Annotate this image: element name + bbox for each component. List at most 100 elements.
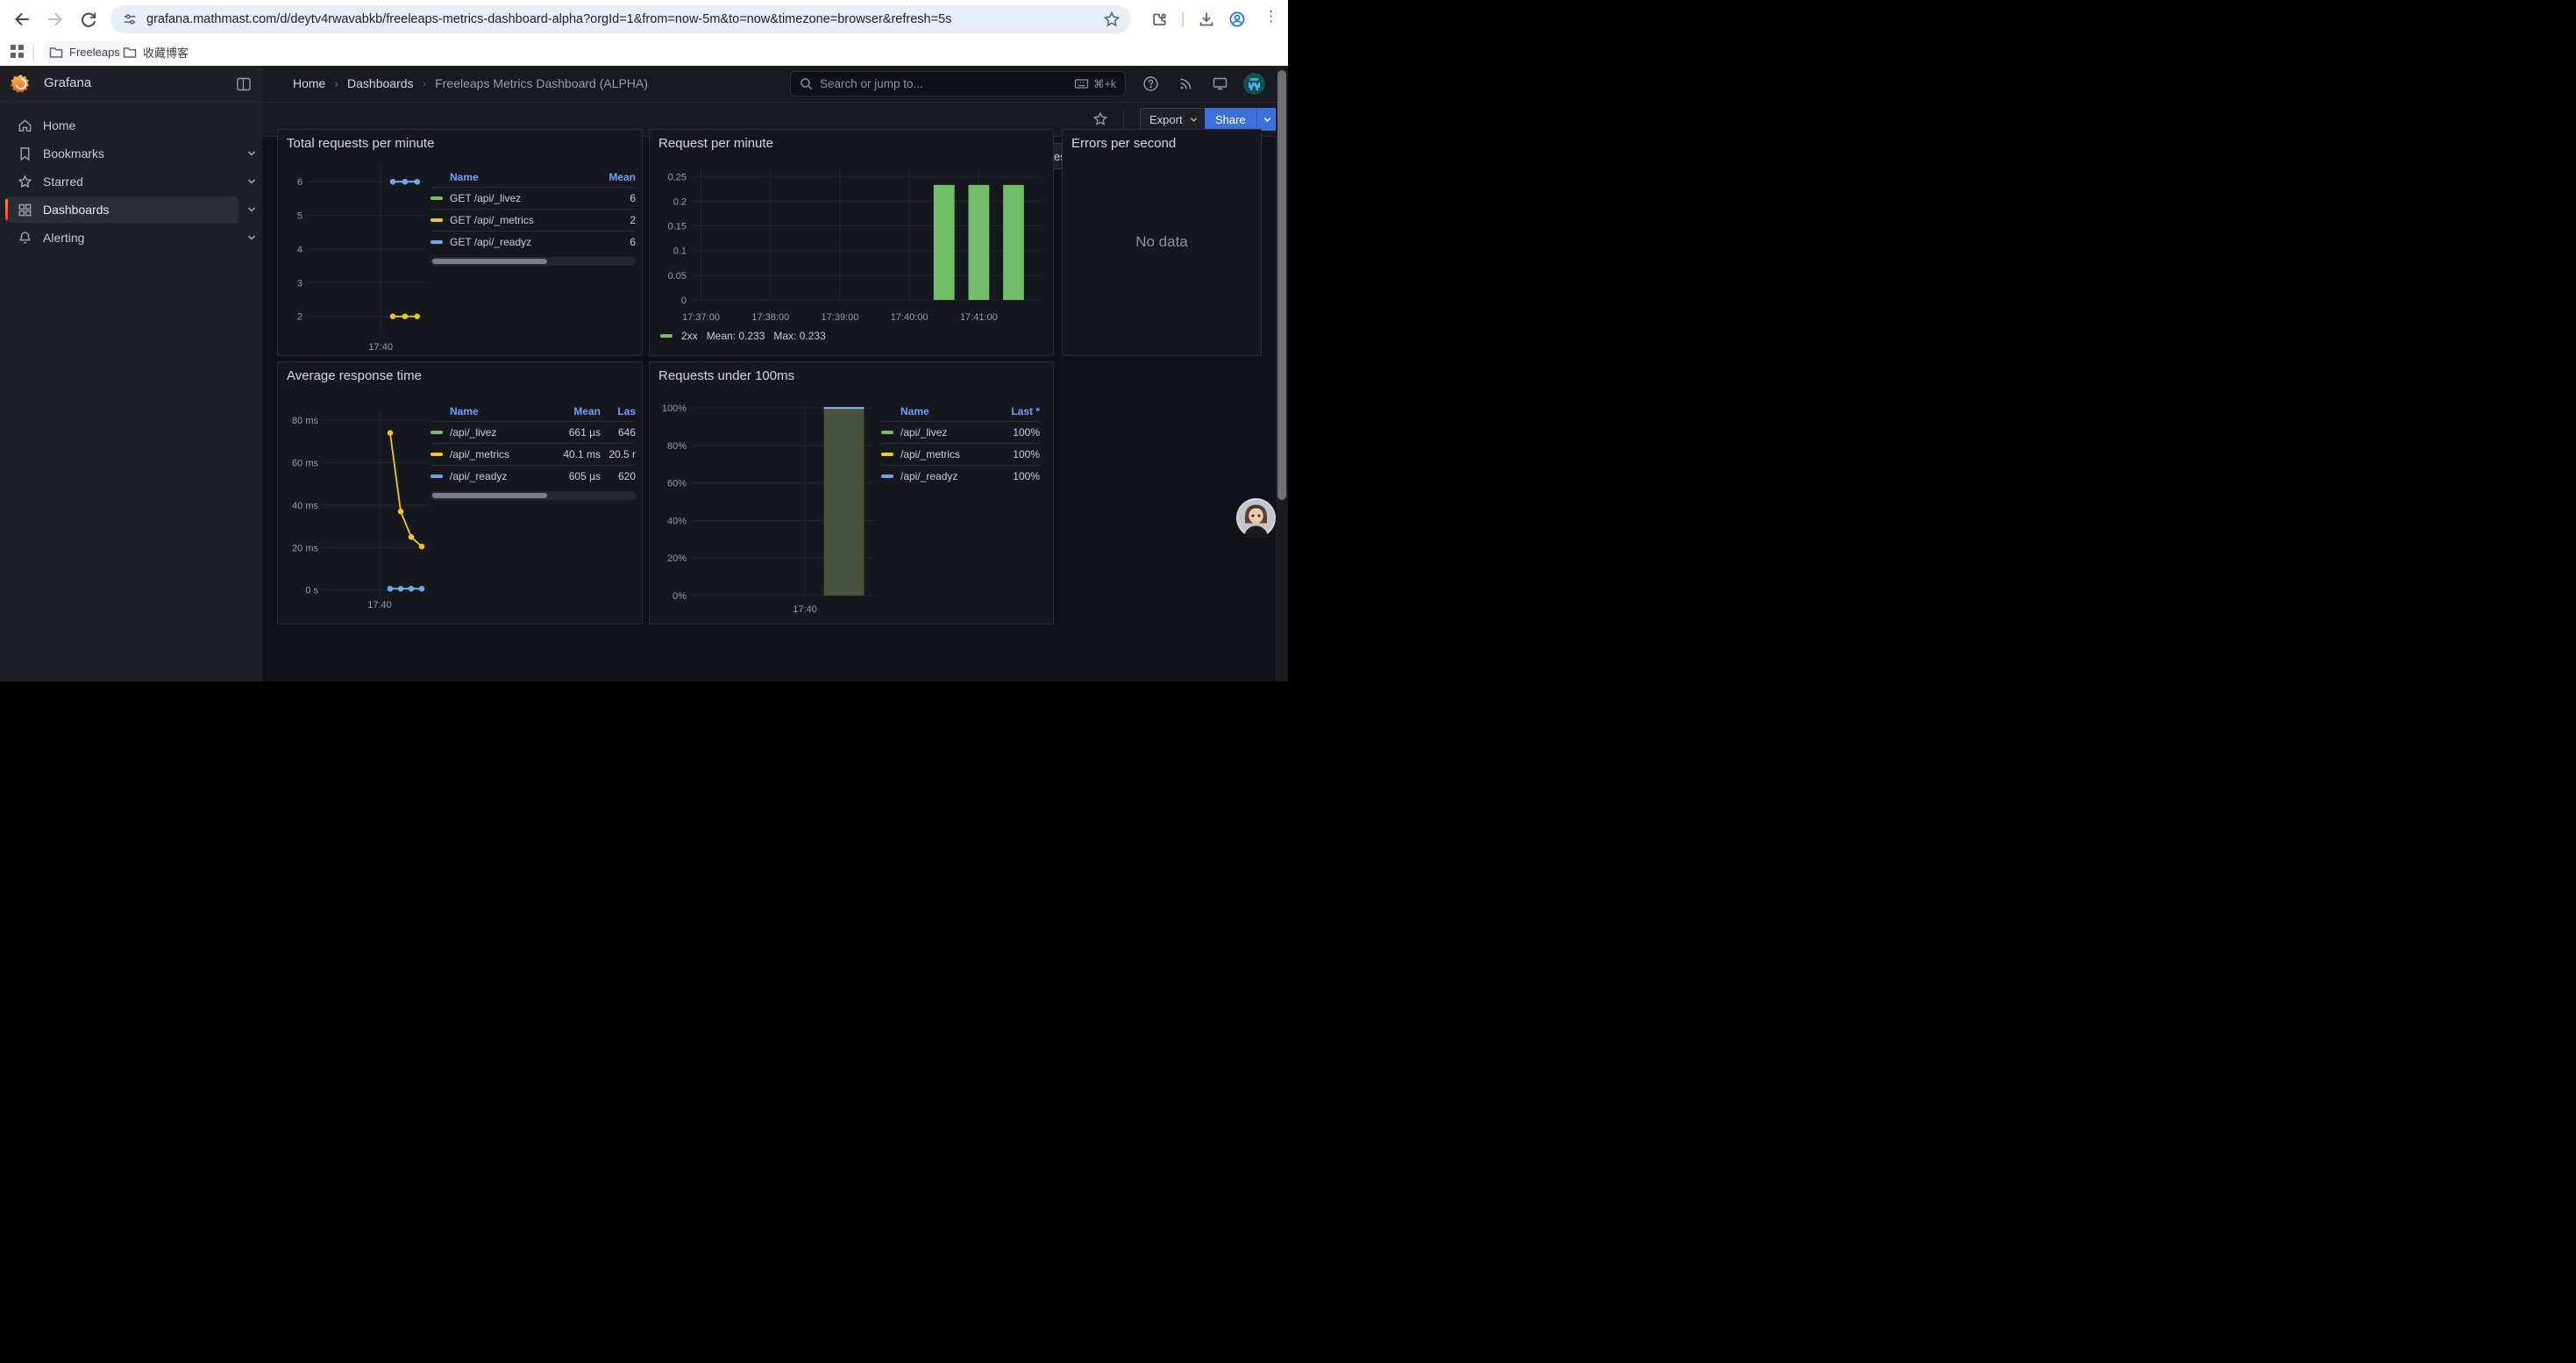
series-name: /api/_metrics — [900, 448, 994, 460]
browser-profile-icon[interactable] — [1228, 11, 1246, 28]
legend-row[interactable]: GET /api/_livez6 — [431, 187, 636, 209]
share-menu-button[interactable] — [1256, 108, 1277, 131]
monitor-icon[interactable] — [1212, 75, 1228, 92]
legend-row[interactable]: /api/_metrics100% — [881, 443, 1040, 465]
svg-text:80%: 80% — [667, 441, 687, 452]
svg-text:80 ms: 80 ms — [292, 416, 318, 426]
site-settings-icon[interactable] — [122, 11, 138, 27]
panel-title[interactable]: Total requests per minute — [287, 136, 434, 151]
legend-row[interactable]: /api/_readyz605 µs620 — [431, 465, 636, 487]
legend-scrollbar-thumb[interactable] — [432, 493, 547, 498]
bookmark-star-icon[interactable] — [1103, 11, 1121, 28]
user-avatar[interactable] — [1243, 73, 1265, 95]
legend-row[interactable]: GET /api/_readyz6 — [431, 231, 636, 253]
share-button[interactable]: Share — [1205, 108, 1256, 131]
request-per-minute-chart[interactable]: 0.250.20.150.10.05017:37:0017:38:0017:39… — [657, 156, 1048, 325]
browser-toolbar: grafana.mathmast.com/d/deytv4rwavabkb/fr… — [0, 0, 1288, 39]
svg-text:0 s: 0 s — [305, 586, 318, 596]
series-value: 646 — [601, 426, 636, 439]
favorite-star-icon[interactable] — [1092, 111, 1108, 127]
series-color-swatch — [881, 475, 893, 478]
sidebar-item-starred[interactable]: Starred — [5, 168, 238, 195]
legend-row[interactable]: /api/_livez661 µs646 — [431, 421, 636, 443]
total-requests-chart[interactable]: 6543217:40 — [285, 156, 431, 354]
legend-scrollbar[interactable] — [431, 491, 636, 500]
legend-inline[interactable]: 2xxMean: 0.233Max: 0.233 — [660, 330, 826, 342]
bookmarks-separator — [32, 44, 34, 61]
requests-under-100ms-chart[interactable]: 100%80%60%40%20%0%17:40 — [657, 389, 878, 617]
breadcrumb-dashboards[interactable]: Dashboards — [347, 76, 414, 90]
grafana-logo-icon[interactable] — [11, 74, 32, 95]
sidebar-item-bookmarks[interactable]: Bookmarks — [5, 140, 238, 167]
extensions-icon[interactable] — [1150, 11, 1168, 28]
chevron-down-icon[interactable] — [246, 232, 258, 244]
legend-header[interactable]: Last * — [994, 405, 1040, 417]
help-icon[interactable] — [1142, 75, 1159, 92]
legend-header[interactable]: Name — [881, 405, 994, 417]
legend-header[interactable]: Las — [601, 405, 636, 417]
legend-header[interactable]: Mean — [551, 405, 601, 417]
browser-back-icon[interactable] — [12, 10, 32, 29]
bell-icon — [18, 231, 32, 246]
legend-row[interactable]: /api/_metrics40.1 ms20.5 r — [431, 443, 636, 465]
legend-header[interactable]: Name — [431, 405, 551, 417]
panel-title[interactable]: Request per minute — [658, 136, 773, 151]
sidebar-item-label: Home — [43, 118, 75, 132]
legend-header[interactable]: Name — [431, 171, 590, 183]
legend-header[interactable]: Mean — [590, 171, 636, 183]
browser-reload-icon[interactable] — [79, 10, 98, 29]
legend-table: NameMeanLas/api/_livez661 µs646/api/_met… — [431, 401, 636, 500]
series-value: 20.5 r — [601, 448, 636, 460]
legend-scrollbar[interactable] — [431, 257, 636, 266]
breadcrumb-home[interactable]: Home — [293, 76, 325, 90]
chevron-down-icon[interactable] — [246, 147, 258, 160]
url-bar[interactable]: grafana.mathmast.com/d/deytv4rwavabkb/fr… — [110, 5, 1131, 33]
breadcrumb-separator: › — [334, 76, 338, 90]
svg-text:17:40: 17:40 — [367, 600, 392, 610]
search-icon — [800, 77, 813, 90]
active-accent-bar — [5, 199, 8, 220]
browser-forward-icon[interactable] — [46, 10, 65, 29]
panel-title[interactable]: Errors per second — [1071, 136, 1176, 151]
series-color-swatch — [881, 453, 893, 456]
dock-menu-icon[interactable] — [236, 76, 252, 92]
rss-icon[interactable] — [1178, 75, 1194, 92]
series-value: 6 — [590, 192, 636, 204]
panel-errors-per-second: Errors per second No data — [1062, 129, 1262, 356]
export-button[interactable]: Export — [1140, 108, 1209, 131]
sidebar-item-alerting[interactable]: Alerting — [5, 225, 238, 251]
sidebar-item-dashboards[interactable]: Dashboards — [5, 196, 238, 223]
bookmark-folder-freeleaps[interactable]: Freeleaps — [42, 41, 127, 63]
downloads-icon[interactable] — [1198, 11, 1215, 28]
page-scrollbar[interactable] — [1276, 66, 1288, 682]
panel-title[interactable]: Requests under 100ms — [658, 368, 794, 383]
average-response-time-chart[interactable]: 80 ms60 ms40 ms20 ms0 s17:40 — [285, 389, 434, 612]
legend-row[interactable]: GET /api/_metrics2 — [431, 209, 636, 231]
svg-text:0.05: 0.05 — [668, 271, 687, 282]
chevron-down-icon[interactable] — [246, 203, 258, 216]
legend-row[interactable]: /api/_livez100% — [881, 421, 1040, 443]
svg-text:40%: 40% — [667, 516, 687, 526]
panel-title[interactable]: Average response time — [287, 368, 422, 383]
assistant-avatar[interactable] — [1236, 498, 1276, 538]
chevron-down-icon[interactable] — [246, 175, 258, 188]
series-name[interactable]: 2xx — [681, 330, 698, 342]
svg-text:40 ms: 40 ms — [292, 501, 318, 511]
search-placeholder: Search or jump to... — [820, 77, 1074, 90]
brand-title[interactable]: Grafana — [44, 75, 91, 90]
url-text[interactable]: grafana.mathmast.com/d/deytv4rwavabkb/fr… — [146, 12, 1092, 26]
legend-row[interactable]: /api/_readyz100% — [881, 465, 1040, 487]
apps-grid-icon[interactable] — [11, 45, 25, 59]
svg-text:20%: 20% — [667, 553, 687, 564]
legend-scrollbar-thumb[interactable] — [432, 259, 547, 264]
sidebar-item-label: Alerting — [43, 231, 84, 245]
browser-menu-icon[interactable]: ⋮ — [1263, 8, 1277, 25]
scrollbar-thumb[interactable] — [1277, 70, 1286, 500]
legend-table: NameMean GET /api/_livez6GET /api/_metric… — [431, 167, 636, 266]
search-input[interactable]: Search or jump to... ⌘+k — [790, 71, 1126, 96]
bookmark-folder-blogs[interactable]: 收藏博客 — [116, 41, 196, 63]
svg-text:17:40:00: 17:40:00 — [891, 312, 929, 323]
svg-text:2: 2 — [297, 312, 302, 323]
breadcrumb: Home › Dashboards › Freeleaps Metrics Da… — [293, 76, 648, 90]
sidebar-item-home[interactable]: Home — [5, 112, 238, 139]
